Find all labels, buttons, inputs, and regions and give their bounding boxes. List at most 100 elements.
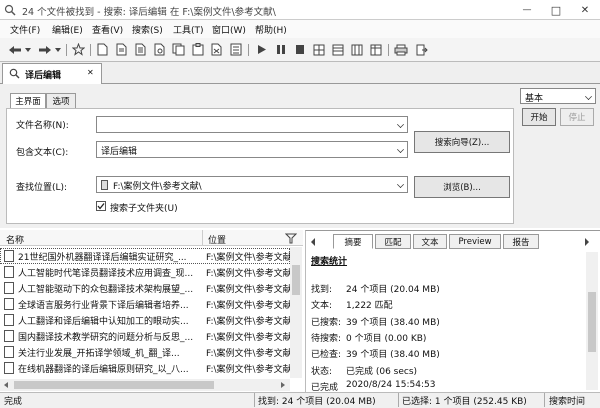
back-dropdown[interactable] [24, 41, 32, 58]
details-view-button[interactable] [348, 41, 365, 58]
look-in-input[interactable]: F:\案例文件\参考文献\ [96, 176, 408, 193]
subtab-main[interactable]: 主界面 [10, 93, 46, 108]
play-button[interactable] [253, 41, 270, 58]
table-row[interactable]: 国内翻译技术教学研究的问题分析与反思_... F:\案例文件\参考文献 [0, 328, 290, 344]
menu-tools[interactable]: 工具(T) [173, 23, 204, 36]
grid-view-button[interactable] [310, 41, 327, 58]
forward-dropdown[interactable] [54, 41, 62, 58]
table-row[interactable]: 关注行业发展_开拓译学领域_机_翻_译... F:\案例文件\参考文献 [0, 344, 290, 360]
forward-button[interactable] [36, 41, 53, 58]
result-location: F:\案例文件\参考文献 [206, 317, 290, 327]
result-location: F:\案例文件\参考文献 [206, 269, 290, 279]
document-list-icon [230, 43, 241, 56]
toolbar-divider [388, 44, 389, 56]
search-doc-button[interactable] [151, 41, 168, 58]
print-button[interactable] [392, 41, 409, 58]
menu-file[interactable]: 文件(F) [10, 23, 40, 36]
new-button[interactable] [94, 41, 111, 58]
column-name[interactable]: 名称 [6, 233, 24, 246]
status-divider [398, 393, 399, 407]
look-in-label: 查找位置(L): [16, 183, 68, 193]
toolbar-divider [66, 44, 67, 56]
back-button[interactable] [6, 41, 23, 58]
close-button[interactable]: ✕ [571, 0, 599, 20]
subfolders-checkbox[interactable] [96, 201, 106, 211]
tab-text[interactable]: 文本 [413, 234, 447, 249]
menu-edit[interactable]: 编辑(E) [52, 23, 83, 36]
tab-close-icon[interactable]: ✕ [87, 68, 94, 77]
filter-icon[interactable] [285, 233, 297, 244]
file-name-input[interactable] [96, 116, 408, 133]
tab-matches[interactable]: 匹配 [375, 234, 411, 249]
stat-value: 39 个项目 (38.40 MB) [346, 317, 440, 328]
browse-button[interactable]: 浏览(B)... [414, 176, 510, 198]
paste-button[interactable] [189, 41, 206, 58]
minimize-button[interactable]: — [513, 0, 541, 20]
stat-key: 待搜索: [311, 333, 342, 344]
hscrollbar-thumb[interactable] [14, 381, 214, 389]
start-button[interactable]: 开始 [522, 108, 556, 126]
stat-value: 24 个项目 (20.04 MB) [346, 285, 440, 295]
chevron-right-icon[interactable] [280, 382, 286, 388]
menu-view[interactable]: 查看(V) [92, 23, 123, 36]
folder-icon [101, 180, 108, 190]
results-scrollbar[interactable] [290, 247, 302, 378]
document-icon [4, 250, 14, 262]
column-location[interactable]: 位置 [208, 233, 226, 246]
document-icon [4, 266, 14, 278]
delete-button[interactable] [208, 41, 225, 58]
scrollbar-thumb[interactable] [588, 292, 596, 352]
status-divider [544, 393, 545, 407]
tab-preview[interactable]: Preview [449, 234, 501, 249]
contains-text-input[interactable]: 译后编辑 [96, 141, 408, 158]
stop-button[interactable]: 停止 [560, 108, 594, 126]
table-row[interactable]: 在线机器翻译的译后编辑原则研究_以_八... F:\案例文件\参考文献 [0, 360, 290, 376]
stat-key: 文本: [311, 301, 333, 312]
tab-search-result[interactable]: 译后编辑 ✕ [2, 63, 102, 84]
detail-scrollbar[interactable] [586, 252, 598, 390]
table-row[interactable]: 人工翻译和译后编辑中认知加工的眼动实... F:\案例文件\参考文献 [0, 312, 290, 328]
table-row[interactable]: 人工智能驱动下的众包翻译技术架构展望_... F:\案例文件\参考文献 [0, 280, 290, 296]
results-hscrollbar[interactable] [0, 379, 290, 391]
pause-button[interactable] [272, 41, 289, 58]
menu-search[interactable]: 搜索(S) [132, 23, 163, 36]
properties-button[interactable] [227, 41, 244, 58]
result-location: F:\案例文件\参考文献 [206, 285, 290, 295]
columns-icon [351, 44, 362, 55]
result-location: F:\案例文件\参考文献 [206, 253, 290, 263]
maximize-button[interactable]: □ [542, 0, 570, 20]
open-button[interactable] [113, 41, 130, 58]
copy-button[interactable] [170, 41, 187, 58]
subfolders-label: 搜索子文件夹(U) [110, 204, 178, 214]
toolbar-divider [248, 44, 249, 56]
list-view-button[interactable] [329, 41, 346, 58]
tab-summary[interactable]: 摘要 [333, 234, 373, 249]
chevron-right-icon[interactable] [584, 238, 590, 246]
save-button[interactable] [132, 41, 149, 58]
table-row[interactable]: 全球语言服务行业背景下译后编辑者培养... F:\案例文件\参考文献 [0, 296, 290, 312]
menu-help[interactable]: 帮助(H) [255, 23, 287, 36]
exit-button[interactable] [413, 41, 430, 58]
menu-window[interactable]: 窗口(W) [212, 23, 246, 36]
stat-key: 已完成 [311, 382, 339, 393]
results-header: 名称 位置 [0, 230, 303, 246]
tab-report[interactable]: 报告 [503, 234, 539, 249]
favorites-button[interactable] [70, 41, 87, 58]
search-wizard-button[interactable]: 搜索向导(Z)... [414, 131, 510, 153]
table-row[interactable]: 人工智能时代笔译员翻译技术应用调查_现... F:\案例文件\参考文献 [0, 264, 290, 280]
pause-icon [276, 45, 285, 54]
subtab-options[interactable]: 选项 [46, 93, 76, 108]
scrollbar-thumb[interactable] [292, 265, 300, 295]
document-x-icon [211, 43, 221, 56]
mode-select[interactable]: 基本 [520, 88, 596, 104]
printer-icon [394, 44, 407, 55]
stat-key: 已搜索: [311, 317, 342, 328]
document-icon [4, 298, 14, 310]
stop-toolbar-button[interactable] [291, 41, 308, 58]
chevron-left-icon[interactable] [310, 238, 316, 246]
status-time: 搜索时间 [549, 397, 586, 407]
table-row[interactable]: 21世纪国外机器翻译译后编辑实证研究_... F:\案例文件\参考文献 [0, 248, 290, 264]
chevron-left-icon[interactable] [3, 382, 9, 388]
table-icon [370, 44, 381, 55]
tiles-view-button[interactable] [367, 41, 384, 58]
